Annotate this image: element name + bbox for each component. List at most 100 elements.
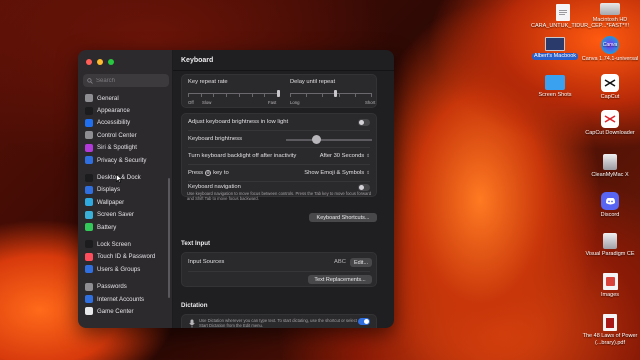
sidebar-item-label: Touch ID & Password <box>97 253 156 261</box>
sidebar: General Appearance Accessibility Control Ce… <box>78 50 173 328</box>
keyboard-brightness-track <box>286 139 372 141</box>
desktop-item[interactable]: Macintosh HD <box>578 0 640 24</box>
lock-icon <box>85 240 93 249</box>
adjust-brightness-label: Adjust keyboard brightness in low light <box>188 119 289 125</box>
keyboard-shortcuts-button[interactable]: Keyboard Shortcuts... <box>309 213 377 222</box>
sidebar-item-label: Internet Accounts <box>97 295 145 303</box>
sidebar-item-label: General <box>97 94 119 102</box>
zoom-button[interactable] <box>108 59 114 65</box>
press-key-select[interactable]: Show Emoji & Symbols ⇕ <box>304 170 370 176</box>
sidebar-item-screen-saver[interactable]: Screen Saver <box>83 209 169 221</box>
desktop-item[interactable]: Visual Paradigm CE <box>578 233 640 258</box>
text-input-title: Text Input <box>181 240 211 247</box>
sidebar-scrollbar[interactable] <box>168 178 170 298</box>
search-field[interactable] <box>83 74 169 87</box>
desktop-item-label: Visual Paradigm CE <box>585 251 635 257</box>
input-sources-value: ABC <box>334 259 346 265</box>
desktop-item-label: CapCut Downloader <box>585 130 635 136</box>
adjust-brightness-row: Adjust keyboard brightness in low light <box>182 114 376 130</box>
capcut-downloader-icon <box>601 110 619 128</box>
desktop-item[interactable]: Images <box>578 273 640 299</box>
sidebar-item-desktop-dock[interactable]: Desktop & Dock <box>83 171 169 183</box>
desktop-item[interactable]: Discord <box>578 192 640 219</box>
minimize-button[interactable] <box>97 59 103 65</box>
desktop-item[interactable]: Canva Canva 1.74.1-universal <box>578 36 640 63</box>
key-repeat-slider[interactable] <box>276 90 280 97</box>
sidebar-item-accessibility[interactable]: Accessibility <box>83 117 169 129</box>
sidebar-item-label: Accessibility <box>97 119 131 127</box>
desktop-item[interactable]: CapCut <box>578 74 640 101</box>
sidebar-item-touch-id-password[interactable]: Touch ID & Password <box>83 251 169 263</box>
edit-input-sources-button[interactable]: Edit... <box>350 258 372 267</box>
sidebar-item-game-center[interactable]: Game Center <box>83 305 169 317</box>
tick-off-label: Off <box>188 100 194 105</box>
visual-paradigm-icon <box>603 233 617 249</box>
sidebar-item-internet-accounts[interactable]: Internet Accounts <box>83 293 169 305</box>
sidebar-item-displays[interactable]: Displays <box>83 184 169 196</box>
input-sources-row: Input Sources <box>182 254 376 270</box>
control-center-icon <box>85 131 93 140</box>
search-input[interactable] <box>96 77 166 84</box>
close-button[interactable] <box>86 59 92 65</box>
desktop-item[interactable]: CapCut Downloader <box>578 110 640 137</box>
siri-icon <box>85 143 93 152</box>
sidebar-item-passwords[interactable]: Passwords <box>83 280 169 292</box>
sidebar-item-control-center[interactable]: Control Center <box>83 129 169 141</box>
canva-icon: Canva <box>601 36 619 54</box>
sidebar-item-general[interactable]: General <box>83 92 169 104</box>
sidebar-item-siri-spotlight[interactable]: Siri & Spotlight <box>83 142 169 154</box>
tick-slow-label: Slow <box>202 100 212 105</box>
sidebar-item-label: Lock Screen <box>97 240 131 248</box>
keyboard-options-card: Adjust keyboard brightness in low light … <box>181 113 377 197</box>
sidebar-item-label: Privacy & Security <box>97 156 147 164</box>
desktop-item-label: Canva 1.74.1-universal <box>581 56 639 62</box>
desktop-item[interactable]: The 48 Laws of Power (...brary).pdf <box>578 314 640 346</box>
keyboard-brightness-slider[interactable] <box>311 135 321 144</box>
tick-short-label: Short <box>365 100 376 105</box>
sidebar-item-wallpaper[interactable]: Wallpaper <box>83 196 169 208</box>
desktop-item-label: CleanMyMac X <box>591 172 629 178</box>
delay-repeat-ticks <box>290 94 372 97</box>
sidebar-item-label: Battery <box>97 223 117 231</box>
text-input-card: Input Sources ABC Edit... Text Replaceme… <box>181 252 377 287</box>
adjust-brightness-toggle[interactable] <box>358 118 370 126</box>
dictation-description: Use Dictation wherever you can type text… <box>199 318 357 328</box>
page-title: Keyboard <box>181 57 214 64</box>
delay-repeat-slider[interactable] <box>333 90 337 97</box>
discord-icon <box>601 192 619 210</box>
sidebar-item-appearance[interactable]: Appearance <box>83 104 169 116</box>
dictation-toggle[interactable] <box>358 318 370 325</box>
capcut-icon <box>601 74 619 92</box>
sidebar-item-privacy-security[interactable]: Privacy & Security <box>83 154 169 166</box>
fingerprint-icon <box>85 252 93 261</box>
tick-fast-label: Fast <box>268 100 277 105</box>
press-key-prefix: Press <box>188 170 204 176</box>
header-divider <box>173 70 394 71</box>
system-settings-window: General Appearance Accessibility Control Ce… <box>78 50 394 328</box>
desktop-item[interactable]: CleanMyMac X <box>578 154 640 179</box>
sidebar-item-label: Control Center <box>97 131 137 139</box>
sidebar-item-label: Siri & Spotlight <box>97 144 137 152</box>
backlight-off-select[interactable]: After 30 Seconds ⇕ <box>320 153 370 159</box>
sidebar-item-label: Displays <box>97 186 121 194</box>
screenshot-icon <box>545 37 565 51</box>
sidebar-item-battery[interactable]: Battery <box>83 221 169 233</box>
desktop-item-label: CapCut <box>600 94 620 100</box>
appearance-icon <box>85 106 93 115</box>
input-sources-label: Input Sources <box>188 259 225 265</box>
sidebar-item-lock-screen[interactable]: Lock Screen <box>83 238 169 250</box>
users-icon <box>85 265 93 274</box>
accessibility-icon <box>85 118 93 127</box>
keyboard-nav-toggle[interactable] <box>358 184 370 191</box>
sidebar-item-users-groups[interactable]: Users & Groups <box>83 263 169 275</box>
sidebar-item-label: Appearance <box>97 107 130 115</box>
sidebar-list: General Appearance Accessibility Control Ce… <box>83 92 169 318</box>
text-replacements-button[interactable]: Text Replacements... <box>308 275 372 284</box>
hard-drive-icon <box>600 3 620 15</box>
desktop-item-label: Albert's Macbook <box>531 53 578 60</box>
delay-repeat-label: Delay until repeat <box>290 79 336 85</box>
press-key-value: Show Emoji & Symbols <box>304 170 365 176</box>
backlight-off-value: After 30 Seconds <box>319 153 365 159</box>
key-repeat-ticks <box>188 94 278 97</box>
desktop-item-label: Discord <box>600 212 620 218</box>
